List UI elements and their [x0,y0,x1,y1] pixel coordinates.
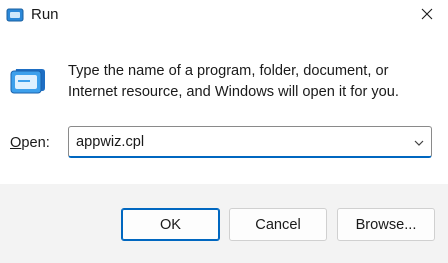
run-description: Type the name of a program, folder, docu… [68,63,399,100]
chevron-down-icon[interactable] [413,136,425,148]
run-icon [6,8,24,22]
ok-button[interactable]: OK [121,208,220,241]
title-bar: Run [0,0,448,34]
cancel-button[interactable]: Cancel [229,208,327,241]
open-combobox[interactable] [68,126,432,158]
close-icon [421,7,433,25]
open-label-text: pen: [21,135,50,151]
close-button[interactable] [414,4,440,28]
run-program-icon [10,66,46,96]
open-label: Open: [10,134,50,152]
window-title: Run [31,6,59,23]
browse-button[interactable]: Browse... [337,208,435,241]
open-input[interactable] [76,127,396,157]
open-label-accelerator: O [10,135,22,151]
